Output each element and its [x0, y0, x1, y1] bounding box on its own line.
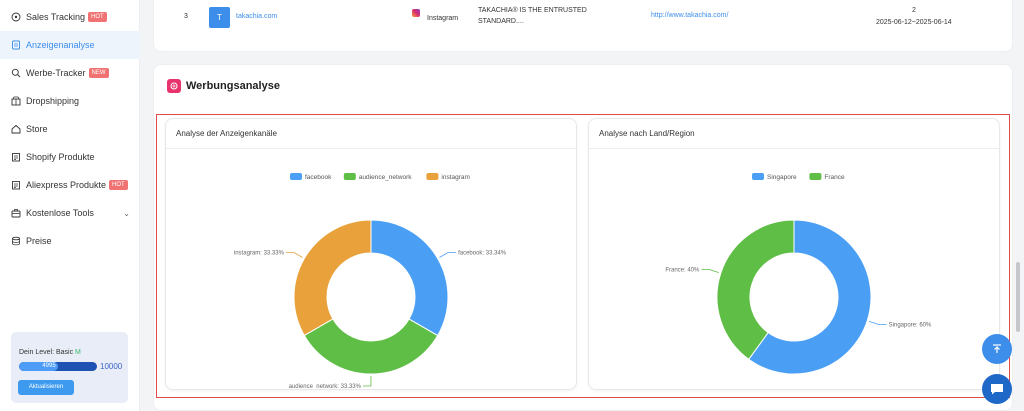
legend-swatch[interactable] [290, 173, 302, 180]
slice-leader-line [701, 269, 719, 273]
home-icon [11, 124, 21, 134]
slice-leader-line [362, 375, 372, 387]
sidebar-item-badge: HOT [109, 180, 128, 190]
legend-swatch[interactable] [752, 173, 764, 180]
slice-label: facebook: 33.34% [458, 251, 507, 257]
pie-slice[interactable] [716, 219, 795, 360]
level-label: Dein Level: Basic M [19, 349, 81, 356]
legend-swatch[interactable] [809, 173, 822, 180]
sidebar-item[interactable]: Werbe-Tracker NEW [0, 59, 140, 87]
toolbox-icon [11, 208, 21, 218]
sidebar-item[interactable]: Anzeigenanalyse [0, 31, 140, 59]
store-avatar: T [209, 7, 230, 28]
sidebar: Sales Tracking HOT Anzeigenanalyse Werbe-Tr… [0, 0, 140, 411]
regions-chart-card: Analyse nach Land/Region Singapore France… [588, 118, 1000, 390]
slice-label: audience_network: 33.33% [289, 384, 362, 389]
sidebar-item-label: Store [26, 124, 48, 134]
sidebar-item[interactable]: Kostenlose Tools ⌄ [0, 199, 140, 227]
channels-chart-title: Analyse der Anzeigenkanäle [166, 119, 576, 149]
search-icon [11, 68, 21, 78]
sidebar-item-badge: HOT [88, 12, 107, 22]
level-card: Dein Level: Basic M 4995 10000 Aktualisi… [11, 332, 128, 403]
target-icon [11, 12, 21, 22]
sidebar-item[interactable]: Sales Tracking HOT [0, 3, 140, 31]
regions-chart-title: Analyse nach Land/Region [589, 119, 999, 149]
chat-button[interactable] [982, 374, 1012, 404]
level-progress-bar: 4995 [19, 362, 97, 371]
level-text: Dein Level: Basic [19, 349, 74, 356]
slice-label: Singapore: 60% [889, 323, 932, 329]
back-to-top-button[interactable] [982, 334, 1012, 364]
pie-slice[interactable] [303, 318, 439, 375]
platform-label: Instagram [427, 15, 459, 22]
sidebar-item-label: Kostenlose Tools [26, 208, 94, 218]
slice-leader-line [285, 252, 303, 258]
main-content: 3 T takachia.com Instagram TAKACHIA® IS … [141, 0, 1024, 411]
channels-chart-card: Analyse der Anzeigenkanäle facebook audie… [165, 118, 577, 390]
pie-slice[interactable] [370, 219, 449, 337]
sidebar-item-label: Anzeigenanalyse [26, 40, 95, 50]
level-tier: M [75, 349, 81, 356]
sidebar-item-label: Shopify Produkte [26, 152, 95, 162]
store-domain-link[interactable]: takachia.com [236, 13, 277, 20]
sidebar-item-badge: NEW [88, 68, 109, 78]
landing-url-link[interactable]: http://www.takachia.com/ [651, 12, 728, 19]
level-current-value: 4995 [42, 363, 56, 369]
ad-count: 2 [912, 7, 916, 14]
row-index: 3 [184, 13, 188, 20]
clipboard-icon [11, 152, 21, 162]
document-icon [11, 40, 21, 50]
clipboard-icon [11, 180, 21, 190]
sidebar-item-label: Dropshipping [26, 96, 80, 106]
sidebar-item-label: Werbe-Tracker [26, 68, 86, 78]
sidebar-item[interactable]: Dropshipping [0, 87, 140, 115]
date-range: 2025-06-12~2025-06-14 [876, 19, 952, 26]
legend-swatch[interactable] [343, 173, 356, 180]
sidebar-item-label: Aliexpress Produkte [26, 180, 107, 190]
ads-table-card: 3 T takachia.com Instagram TAKACHIA® IS … [153, 0, 1013, 52]
legend-label[interactable]: instagram [441, 174, 470, 181]
upgrade-button[interactable]: Aktualisieren [18, 380, 74, 395]
legend-label[interactable]: Singapore [767, 174, 797, 181]
chevron-down-icon: ⌄ [123, 208, 130, 218]
ad-analysis-icon [167, 79, 181, 93]
channels-donut-chart: facebook audience_network instagram faceboo… [234, 173, 507, 389]
pie-slice[interactable] [293, 219, 372, 337]
sidebar-item[interactable]: Preise [0, 227, 140, 255]
sidebar-item[interactable]: Aliexpress Produkte HOT [0, 171, 140, 199]
slice-label: instagram: 33.33% [234, 250, 285, 256]
chat-icon [991, 384, 1003, 395]
regions-donut-chart: Singapore France Singapore: 60% France: 40% [665, 173, 932, 375]
section-title: Werbungsanalyse [186, 80, 280, 92]
sidebar-item-label: Preise [26, 236, 52, 246]
box-icon [11, 96, 21, 106]
arrow-up-icon [993, 344, 1001, 353]
ad-text-line2: STANDARD.... [478, 18, 524, 25]
level-max-value: 10000 [100, 362, 123, 371]
sidebar-item-label: Sales Tracking [26, 12, 86, 22]
page-scrollbar[interactable] [1016, 262, 1020, 332]
sidebar-item[interactable]: Store [0, 115, 140, 143]
ad-text-line1: TAKACHIA® IS THE ENTRUSTED [478, 7, 587, 14]
slice-leader-line [869, 321, 887, 325]
legend-label[interactable]: facebook [305, 174, 332, 181]
legend-swatch[interactable] [426, 173, 439, 180]
database-icon [11, 236, 21, 246]
legend-label[interactable]: France [824, 174, 845, 181]
legend-label[interactable]: audience_network [359, 174, 413, 181]
slice-leader-line [439, 252, 457, 258]
slice-label: France: 40% [665, 267, 700, 273]
sidebar-item[interactable]: Shopify Produkte [0, 143, 140, 171]
instagram-icon [412, 9, 420, 17]
